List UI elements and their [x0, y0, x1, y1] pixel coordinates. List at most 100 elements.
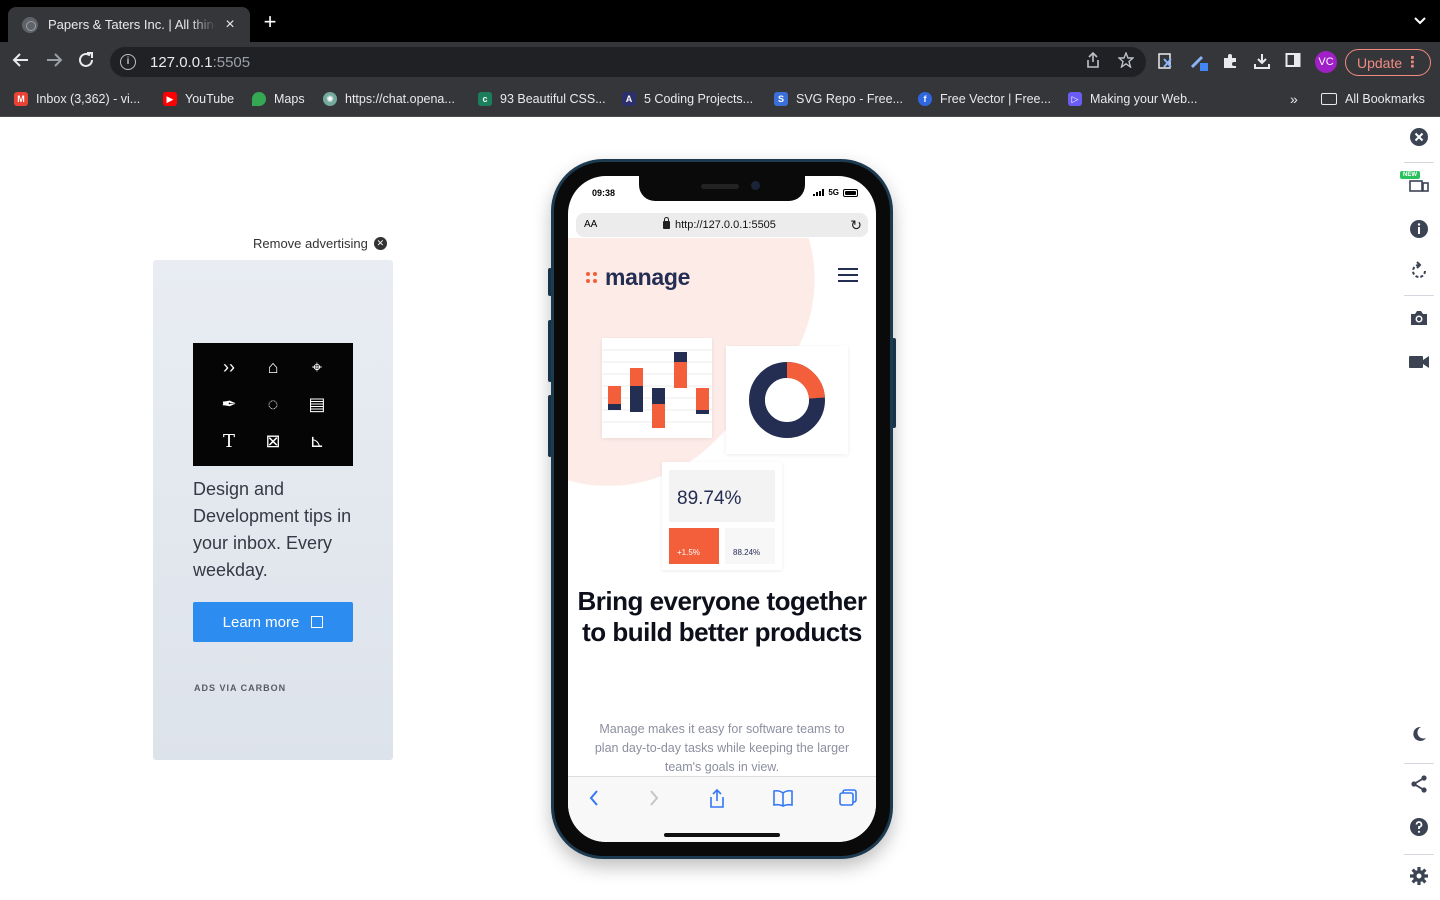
bookmark-label: Making your Web...: [1090, 92, 1198, 106]
bookmark-label: 93 Beautiful CSS...: [500, 92, 606, 106]
reload-button[interactable]: [74, 51, 98, 73]
safari-url-text: http://127.0.0.1:5505: [675, 219, 776, 231]
responsive-viewer-panel: NEW: [1400, 117, 1440, 900]
profile-avatar[interactable]: VC: [1315, 51, 1337, 73]
home-indicator: [664, 833, 780, 837]
status-indicators: 5G: [813, 188, 858, 197]
bookmark-freepik[interactable]: f Free Vector | Free...: [918, 92, 1051, 106]
safari-tabs-icon[interactable]: [838, 789, 858, 812]
all-bookmarks-button[interactable]: All Bookmarks: [1321, 92, 1425, 106]
camera-icon[interactable]: [1408, 309, 1430, 331]
bookmark-label: Free Vector | Free...: [940, 92, 1051, 106]
close-icon[interactable]: [1408, 127, 1430, 149]
bookmark-youtube[interactable]: ▶ YouTube: [163, 92, 234, 106]
phone-notch: [639, 176, 805, 201]
forward-button[interactable]: [42, 51, 66, 73]
panel-divider: [1404, 162, 1434, 163]
openai-icon: ✺: [323, 92, 337, 106]
youtube-icon: ▶: [163, 92, 177, 106]
reader-aa-button[interactable]: AA: [584, 219, 597, 230]
ad-text[interactable]: Design and Development tips in your inbo…: [193, 476, 363, 584]
bar-chart-card: [602, 338, 712, 438]
safari-reload-icon[interactable]: ↻: [850, 217, 862, 234]
folder-icon: [1321, 93, 1337, 105]
info-icon[interactable]: [1408, 219, 1430, 241]
globe-icon: [22, 16, 38, 33]
back-button[interactable]: [9, 51, 33, 73]
update-button[interactable]: Update ⋮: [1345, 49, 1431, 76]
status-time: 09:38: [592, 188, 616, 198]
learn-more-button[interactable]: Learn more: [193, 602, 353, 642]
manage-logo[interactable]: manage: [586, 264, 690, 291]
manage-landing-page: manage 89.74% +1.5% 88.24% Bring everyon…: [568, 238, 876, 776]
extension-excel-icon[interactable]: [1156, 52, 1176, 72]
share-icon[interactable]: [1408, 774, 1430, 796]
bookmark-label: YouTube: [185, 92, 235, 106]
bookmarks-bar: M Inbox (3,362) - vi... ▶ YouTube Maps ✺…: [0, 82, 1440, 117]
tab-close-button[interactable]: ×: [220, 16, 240, 34]
more-bookmarks-chevron-icon[interactable]: »: [1290, 91, 1298, 107]
safari-bookmarks-icon[interactable]: [773, 789, 793, 812]
remove-advertising-link[interactable]: Remove advertising ✕: [253, 236, 387, 251]
bookmark-gmail[interactable]: M Inbox (3,362) - vi...: [14, 92, 140, 106]
safari-share-icon[interactable]: [708, 788, 726, 814]
freepik-icon: f: [918, 92, 932, 106]
stat-main-value: 89.74%: [669, 470, 775, 522]
bookmark-label: https://chat.opena...: [345, 92, 455, 106]
bookmark-label: 5 Coding Projects...: [644, 92, 754, 106]
site-info-icon[interactable]: i: [120, 54, 136, 70]
bookmark-icon: ▷: [1068, 92, 1082, 106]
ads-via-carbon-link[interactable]: ADS VIA CARBON: [194, 683, 286, 693]
ad-image[interactable]: ›› ⌂ ⌖ ✒ ◌ ▤ T ⊠ ⊾: [193, 343, 353, 466]
new-tab-button[interactable]: +: [259, 11, 281, 33]
all-bookmarks-label: All Bookmarks: [1345, 92, 1425, 106]
file-cursor-icon: ▤: [308, 394, 326, 414]
stat-change-value: +1.5%: [669, 528, 719, 564]
tab-search-chevron-icon[interactable]: [1414, 14, 1426, 28]
extensions-puzzle-icon[interactable]: [1220, 52, 1240, 72]
safari-address-bar[interactable]: AA http://127.0.0.1:5505 ↻: [576, 213, 868, 237]
bookmark-maps[interactable]: Maps: [252, 92, 305, 106]
devices-icon[interactable]: [1408, 175, 1430, 197]
logo-wordmark: manage: [605, 264, 691, 290]
active-tab[interactable]: Papers & Taters Inc. | All things ×: [8, 7, 250, 42]
frame-icon: ⊠: [265, 431, 281, 451]
bookmark-css[interactable]: c 93 Beautiful CSS...: [478, 92, 606, 106]
maps-icon: [252, 92, 266, 106]
cursor-add-icon: ⌖: [311, 357, 323, 377]
remove-advertising-label: Remove advertising: [253, 236, 368, 251]
address-bar[interactable]: i 127.0.0.1:5505: [110, 47, 1146, 77]
signal-icon: [813, 189, 825, 196]
bookmark-svgrepo[interactable]: S SVG Repo - Free...: [774, 92, 903, 106]
external-link-icon: [311, 616, 324, 628]
downloads-icon[interactable]: [1252, 52, 1272, 72]
close-circle-icon[interactable]: ✕: [373, 237, 387, 250]
bookmark-chatgpt[interactable]: ✺ https://chat.opena...: [323, 92, 455, 106]
bookmark-coding[interactable]: A 5 Coding Projects...: [622, 92, 753, 106]
safari-forward-icon[interactable]: [648, 789, 660, 812]
bookmark-star-icon[interactable]: [1117, 51, 1135, 72]
extension-colorpick-icon[interactable]: [1189, 52, 1209, 72]
share-page-icon[interactable]: [1086, 51, 1100, 72]
angle-icon: ⊾: [309, 431, 325, 451]
bookmark-making-web[interactable]: ▷ Making your Web...: [1068, 92, 1197, 106]
update-label: Update: [1357, 54, 1403, 71]
safari-bottom-toolbar: [568, 776, 876, 842]
rotate-icon[interactable]: [1408, 261, 1430, 283]
video-icon[interactable]: [1408, 353, 1430, 375]
menu-kebab-icon[interactable]: ⋮: [1405, 53, 1420, 71]
side-panel-icon[interactable]: [1283, 52, 1303, 72]
bookmark-label: SVG Repo - Free...: [796, 92, 903, 106]
tab-title: Papers & Taters Inc. | All things: [48, 17, 216, 32]
lasso-icon: ◌: [267, 394, 279, 414]
chevrons-right-icon: ››: [223, 357, 235, 377]
stat-secondary-value: 88.24%: [725, 528, 775, 564]
help-icon[interactable]: [1408, 817, 1430, 839]
settings-icon[interactable]: [1408, 866, 1430, 888]
bar-chart-illustration: [602, 349, 712, 428]
learn-more-label: Learn more: [222, 613, 300, 631]
dark-mode-icon[interactable]: [1408, 725, 1430, 747]
hamburger-menu-icon[interactable]: [838, 268, 858, 282]
safari-back-icon[interactable]: [588, 789, 600, 812]
safari-url[interactable]: http://127.0.0.1:5505: [663, 217, 776, 231]
